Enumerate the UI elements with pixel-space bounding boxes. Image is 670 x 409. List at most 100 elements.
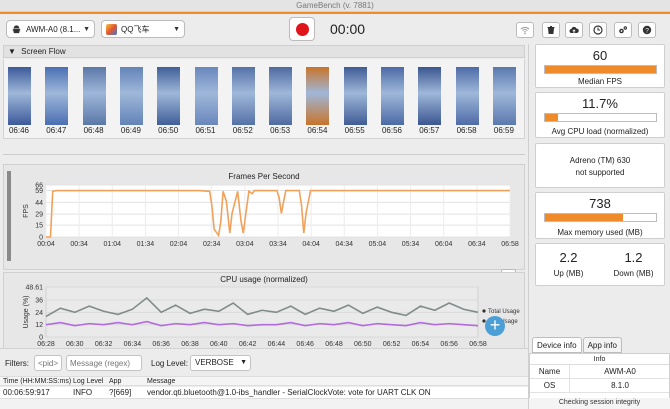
screen-flow-thumbnail[interactable] bbox=[45, 67, 69, 125]
screen-flow-time: 06:46 bbox=[8, 126, 30, 135]
chevron-down-icon: ▼ bbox=[173, 25, 180, 33]
y-tick-label: 12 bbox=[35, 322, 43, 329]
screen-flow-thumbnail[interactable] bbox=[231, 67, 255, 125]
y-axis-label: FPS bbox=[23, 204, 30, 218]
network-card: 2.2 Up (MB) 1.2 Down (MB) bbox=[535, 243, 665, 286]
x-tick-label: 06:36 bbox=[152, 341, 170, 348]
cpu-bar bbox=[544, 113, 657, 122]
x-tick-label: 00:04 bbox=[37, 241, 55, 248]
y-tick-label: 24 bbox=[35, 310, 43, 317]
x-tick-label: 06:48 bbox=[325, 341, 343, 348]
x-tick-label: 06:42 bbox=[239, 341, 257, 348]
log-level-select[interactable]: VERBOSE ▼ bbox=[190, 355, 251, 371]
cpu-card: 11.7% Avg CPU load (normalized) bbox=[535, 92, 665, 138]
x-tick-label: 06:28 bbox=[37, 341, 55, 348]
log-row-level: INFO bbox=[73, 388, 93, 397]
legend-marker bbox=[482, 309, 486, 313]
x-tick-label: 06:30 bbox=[66, 341, 84, 348]
clock-icon bbox=[593, 25, 603, 35]
history-button[interactable] bbox=[589, 22, 607, 38]
x-tick-label: 05:34 bbox=[402, 241, 420, 248]
screen-flow-thumbnail[interactable] bbox=[157, 67, 181, 125]
avg-cpu-value: 11.7% bbox=[582, 96, 618, 111]
screen-flow-time: 06:49 bbox=[120, 126, 141, 135]
x-tick-label: 00:34 bbox=[70, 241, 88, 248]
screen-flow-thumbnail[interactable] bbox=[119, 67, 143, 125]
x-tick-label: 06:32 bbox=[95, 341, 113, 348]
log-col-level[interactable]: Log Level bbox=[73, 377, 103, 386]
message-regex-input[interactable] bbox=[66, 355, 142, 371]
x-tick-label: 04:04 bbox=[302, 241, 320, 248]
x-tick-label: 04:34 bbox=[336, 241, 354, 248]
screen-flow-strip[interactable]: 06:46 06:47 06:48 06:49 06:50 06:51 06:52 06:53… bbox=[3, 59, 525, 139]
x-tick-label: 02:04 bbox=[170, 241, 188, 248]
window-title: GameBench (v. 7881) bbox=[0, 0, 670, 12]
screen-flow-thumbnail[interactable] bbox=[418, 67, 442, 125]
table-row: OS 8.1.0 bbox=[530, 379, 669, 393]
tab-app-info[interactable]: App info bbox=[582, 337, 622, 353]
screen-flow-header[interactable]: ▼ Screen Flow bbox=[3, 45, 525, 58]
y-tick-label: 36 bbox=[35, 297, 43, 304]
screen-flow-time: 06:59 bbox=[493, 126, 514, 135]
y-axis-label: Usage (%) bbox=[23, 295, 30, 328]
x-tick-label: 06:52 bbox=[383, 341, 401, 348]
help-icon: ? bbox=[642, 25, 652, 34]
settings-button[interactable] bbox=[614, 22, 632, 38]
pid-input[interactable] bbox=[34, 355, 62, 371]
memory-card: 738 Max memory used (MB) bbox=[535, 192, 665, 239]
x-tick-label: 06:04 bbox=[435, 241, 453, 248]
log-col-message[interactable]: Message bbox=[147, 377, 175, 386]
screen-flow-time: 06:48 bbox=[83, 126, 104, 135]
x-tick-label: 06:40 bbox=[210, 341, 228, 348]
screen-flow-thumbnail[interactable] bbox=[455, 67, 479, 125]
fps-chart: 0152944596600:04 00:34 01:04 01:34 02:04 02:3… bbox=[23, 183, 519, 249]
x-tick-label: 02:34 bbox=[203, 241, 221, 248]
x-tick-label: 06:56 bbox=[440, 341, 458, 348]
wifi-button[interactable] bbox=[516, 22, 534, 38]
left-pane: ▼ Screen Flow 06:46 06:47 06:48 06:49 06:50 0… bbox=[0, 44, 528, 350]
median-fps-value: 60 bbox=[592, 48, 608, 63]
gpu-card: Adreno (TM) 630 not supported bbox=[535, 143, 665, 188]
device-info-value: 8.1.0 bbox=[611, 381, 629, 390]
upload-button[interactable] bbox=[565, 22, 583, 38]
record-button[interactable] bbox=[289, 17, 315, 41]
app-label: QQ飞车 bbox=[121, 24, 150, 34]
screen-flow-thumbnail[interactable] bbox=[8, 67, 31, 125]
device-selector[interactable]: AWM-A0 (8.1... ▼ bbox=[6, 20, 95, 38]
settings-icon bbox=[619, 26, 627, 34]
screen-flow-time: 06:47 bbox=[46, 126, 67, 135]
y-tick-label: 15 bbox=[35, 223, 43, 230]
screen-flow-thumbnail[interactable] bbox=[82, 67, 106, 125]
delete-button[interactable] bbox=[542, 22, 560, 38]
gpu-name: Adreno (TM) 630 bbox=[569, 156, 631, 165]
screen-flow-thumbnail[interactable] bbox=[343, 67, 367, 125]
screen-flow-thumbnail[interactable] bbox=[381, 67, 404, 125]
filters-label: Filters: bbox=[5, 359, 29, 368]
log-col-app[interactable]: App bbox=[109, 377, 121, 386]
device-info-table: Info Name AWM-A0 OS 8.1.0 bbox=[529, 353, 670, 399]
log-row[interactable]: 00:06:59:917 INFO ?[669] vendor.qti.blue… bbox=[0, 387, 528, 398]
y-tick-label: 44 bbox=[35, 200, 43, 207]
log-table-header: Time (HH:MM:SS:ms) Log Level App Message bbox=[0, 376, 528, 386]
log-col-time[interactable]: Time (HH:MM:SS:ms) bbox=[3, 377, 71, 386]
device-info-key: OS bbox=[530, 379, 570, 393]
app-selector[interactable]: QQ飞车 ▼ bbox=[101, 20, 185, 38]
screen-flow-thumbnail[interactable] bbox=[194, 67, 218, 125]
x-tick-label: 06:58 bbox=[501, 241, 519, 248]
x-tick-label: 05:04 bbox=[369, 241, 387, 248]
log-horizontal-scrollbar[interactable] bbox=[0, 398, 528, 409]
memory-bar-fill bbox=[545, 214, 623, 221]
x-tick-label: 06:46 bbox=[296, 341, 314, 348]
fps-bar bbox=[544, 65, 657, 74]
pane-divider[interactable] bbox=[3, 154, 525, 158]
screen-flow-thumbnail[interactable] bbox=[269, 67, 293, 125]
screen-flow-thumbnail[interactable] bbox=[306, 67, 330, 125]
screen-flow-thumbnail[interactable] bbox=[492, 67, 516, 125]
screen-flow-time: 06:51 bbox=[195, 126, 216, 135]
tab-device-info[interactable]: Device info bbox=[532, 337, 582, 353]
add-marker-button[interactable]: + bbox=[485, 316, 505, 336]
android-icon bbox=[12, 24, 21, 33]
cloud-upload-icon bbox=[569, 26, 579, 33]
help-button[interactable]: ? bbox=[638, 22, 656, 38]
x-tick-label: 06:50 bbox=[354, 341, 372, 348]
